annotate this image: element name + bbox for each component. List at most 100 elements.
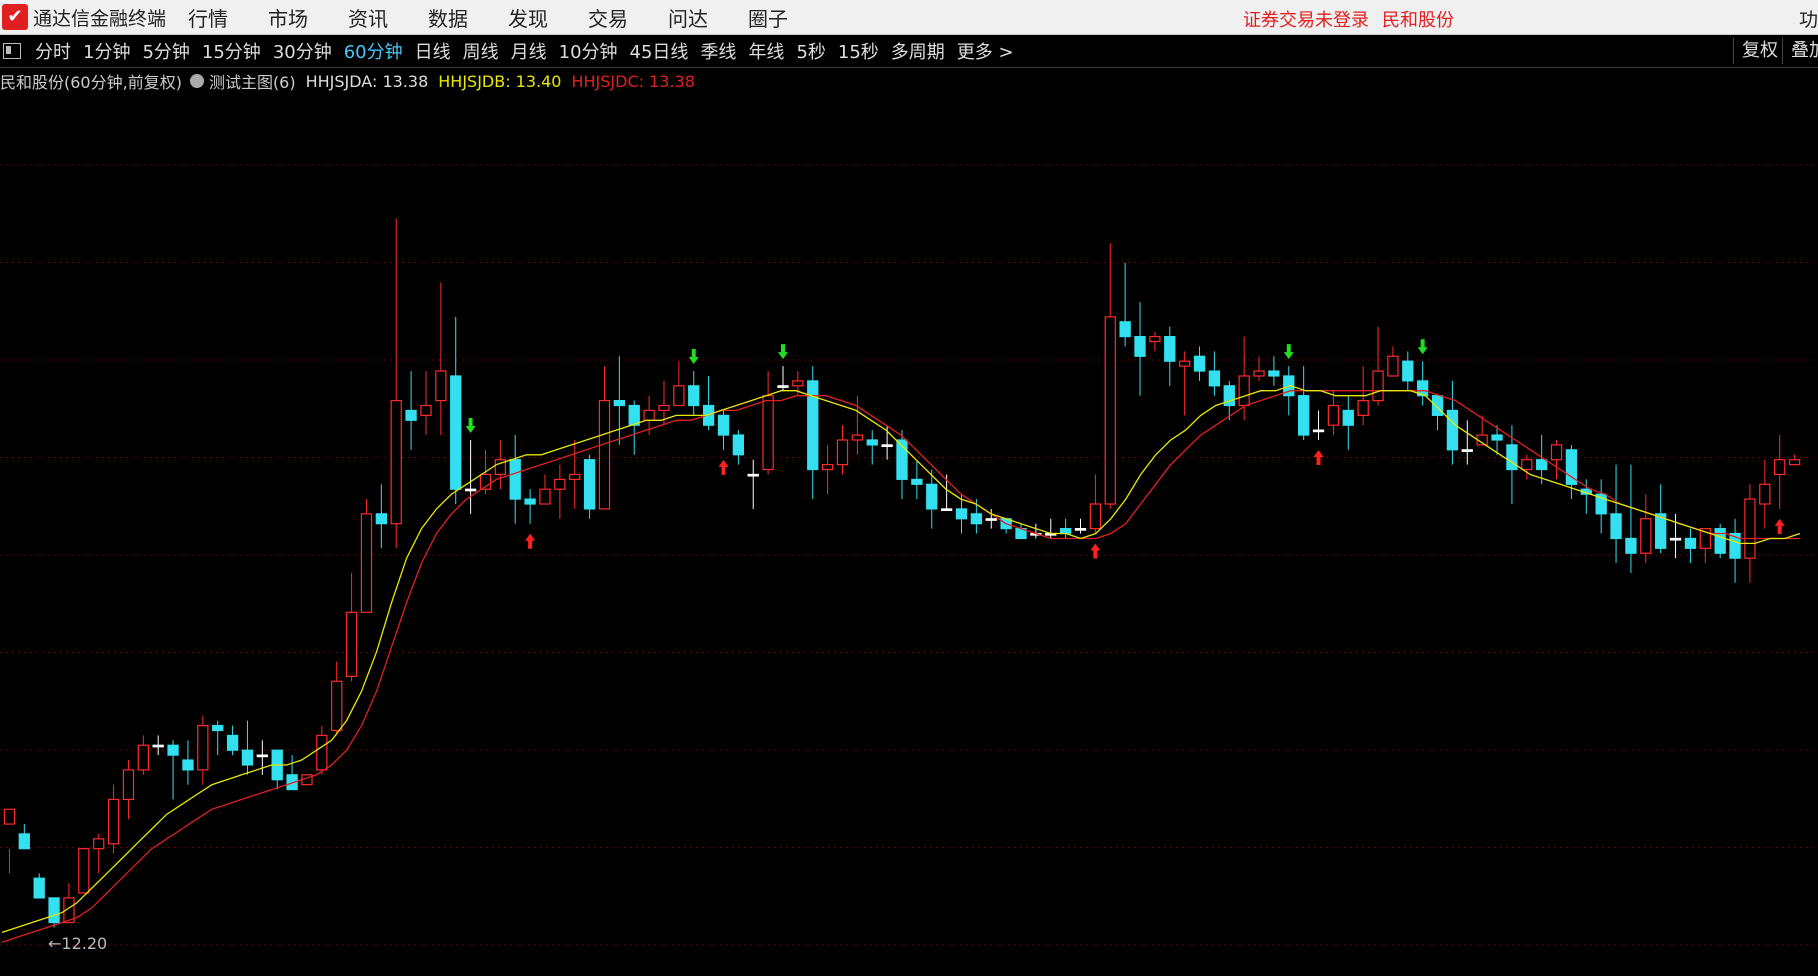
period-45day[interactable]: 45日线 (630, 38, 689, 64)
title-bar: ✔ 通达信金融终端 行情 市场 资讯 数据 发现 交易 问达 圈子 证券交易未登… (0, 0, 1818, 35)
diejia-button[interactable]: 叠加 (1782, 38, 1818, 64)
candle-body (1550, 444, 1563, 461)
candle-body (881, 444, 893, 448)
candle-body (450, 375, 462, 490)
candle-body (360, 513, 373, 613)
period-month[interactable]: 月线 (511, 38, 547, 64)
sell-arrow-icon (777, 344, 788, 360)
candle-body (122, 769, 135, 801)
candle-body (836, 439, 849, 466)
candle-body (1238, 375, 1250, 407)
buy-arrow-icon (718, 459, 729, 475)
fuquan-button[interactable]: 复权 (1733, 38, 1778, 64)
login-status-link[interactable]: 证券交易未登录 (1243, 6, 1369, 32)
candle-body (598, 399, 611, 510)
period-day[interactable]: 日线 (415, 38, 451, 64)
candle-body (212, 724, 224, 732)
period-week[interactable]: 周线 (463, 38, 499, 64)
main-chart-dropdown-icon[interactable] (189, 74, 204, 88)
candle-body (1372, 370, 1384, 402)
candle-body (985, 518, 997, 521)
period-more-button[interactable]: 更多 > (957, 38, 1014, 64)
candle-body (628, 404, 640, 426)
candle-body (732, 434, 745, 456)
candle-body (1074, 528, 1087, 531)
candle-body (107, 798, 120, 845)
menu-wenda[interactable]: 问达 (668, 3, 708, 32)
candle-body (375, 513, 387, 525)
period-1min[interactable]: 1分钟 (83, 38, 130, 64)
candle-body (78, 848, 90, 894)
candle-body (955, 508, 968, 520)
stock-period-label: 民和股份(60分钟,前复权) (0, 73, 182, 92)
candle-body (1610, 513, 1622, 540)
candle-body (807, 380, 819, 471)
candle-body (851, 434, 864, 441)
candle-body (1521, 459, 1533, 471)
candle-body (345, 611, 358, 677)
candle-body (197, 724, 209, 771)
period-60min[interactable]: 60分钟 (344, 38, 403, 64)
period-15sec[interactable]: 15秒 (838, 38, 879, 64)
sell-arrow-icon (1283, 344, 1294, 360)
menu-zixun[interactable]: 资讯 (348, 3, 388, 32)
current-stock-name: 民和股份 (1382, 10, 1454, 31)
candle-body (1402, 360, 1414, 382)
candle-body (821, 464, 834, 471)
period-10min[interactable]: 10分钟 (559, 38, 618, 64)
candle-body (48, 897, 60, 924)
candle-body (182, 759, 194, 771)
candle-body (1059, 528, 1072, 535)
candle-body (3, 808, 16, 825)
menu-shichang[interactable]: 市场 (268, 3, 308, 32)
candle-body (241, 749, 254, 766)
candle-body (1625, 537, 1637, 554)
candle-body (613, 399, 626, 407)
candle-body (93, 838, 105, 850)
candle-body (1684, 537, 1697, 549)
candle-body (1714, 528, 1726, 554)
menu-hangqing[interactable]: 行情 (188, 3, 228, 32)
sell-arrow-icon (688, 349, 699, 365)
period-multi[interactable]: 多周期 (891, 38, 945, 64)
candle-body (435, 370, 447, 402)
candle-body (1431, 395, 1444, 416)
period-toolbar: 分时 1分钟 5分钟 15分钟 30分钟 60分钟 日线 周线 月线 10分钟 … (0, 35, 1818, 68)
menu-quanzi[interactable]: 圈子 (748, 3, 788, 32)
candle-body (1268, 370, 1280, 377)
candle-body (717, 414, 730, 436)
candle-body (1297, 395, 1310, 436)
candle-body (33, 877, 45, 899)
candle-body (1178, 360, 1191, 367)
candle-body (1312, 429, 1325, 433)
truncated-menu-text[interactable]: 功 (1799, 5, 1818, 32)
app-title: 通达信金融终端 (33, 7, 167, 30)
panel-toggle-icon[interactable] (3, 43, 21, 59)
period-5sec[interactable]: 5秒 (796, 38, 825, 64)
period-15min[interactable]: 15分钟 (202, 38, 261, 64)
candle-body (1342, 409, 1354, 426)
candle-body (866, 439, 878, 446)
period-year[interactable]: 年线 (748, 38, 784, 64)
indicator-hhjsjdc: HHJSJDC: 13.38 (571, 71, 695, 91)
candle-body (583, 459, 596, 510)
candle-body (1089, 503, 1102, 530)
period-quarter[interactable]: 季线 (700, 38, 736, 64)
candle-body (1149, 335, 1161, 343)
period-30min[interactable]: 30分钟 (273, 38, 332, 64)
candlestick-chart[interactable] (0, 95, 1818, 975)
candle-body (777, 385, 789, 388)
period-5min[interactable]: 5分钟 (142, 38, 189, 64)
menu-faxian[interactable]: 发现 (508, 3, 548, 32)
candle-body (1506, 444, 1518, 471)
menu-jiaoyi[interactable]: 交易 (588, 3, 628, 32)
sell-arrow-icon (465, 417, 476, 433)
candle-body (167, 744, 179, 756)
indicator-hhjsjda: HHJSJDA: 13.38 (305, 71, 429, 91)
menu-shuju[interactable]: 数据 (428, 3, 468, 32)
candle-body (970, 513, 983, 525)
main-chart-name[interactable]: 测试主图(6) (209, 69, 296, 93)
period-fenshi[interactable]: 分时 (35, 38, 71, 64)
candle-body (1788, 459, 1801, 466)
candle-body (1208, 370, 1221, 387)
